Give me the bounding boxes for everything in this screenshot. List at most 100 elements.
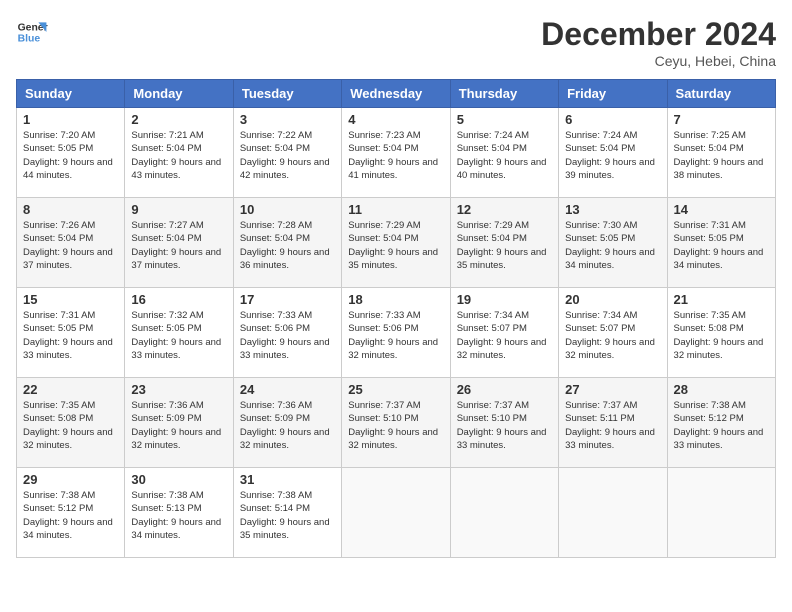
day-cell-22: 22 Sunrise: 7:35 AM Sunset: 5:08 PM Dayl… <box>17 378 125 468</box>
day-number: 26 <box>457 382 552 397</box>
day-cell-25: 25 Sunrise: 7:37 AM Sunset: 5:10 PM Dayl… <box>342 378 450 468</box>
logo-icon: General Blue <box>16 16 48 48</box>
day-cell-2: 2 Sunrise: 7:21 AM Sunset: 5:04 PM Dayli… <box>125 108 233 198</box>
day-number: 4 <box>348 112 443 127</box>
day-info: Sunrise: 7:24 AM Sunset: 5:04 PM Dayligh… <box>457 129 552 182</box>
day-cell-31: 31 Sunrise: 7:38 AM Sunset: 5:14 PM Dayl… <box>233 468 341 558</box>
day-cell-1: 1 Sunrise: 7:20 AM Sunset: 5:05 PM Dayli… <box>17 108 125 198</box>
day-number: 18 <box>348 292 443 307</box>
empty-cell <box>559 468 667 558</box>
day-cell-15: 15 Sunrise: 7:31 AM Sunset: 5:05 PM Dayl… <box>17 288 125 378</box>
page-subtitle: Ceyu, Hebei, China <box>541 53 776 69</box>
day-info: Sunrise: 7:30 AM Sunset: 5:05 PM Dayligh… <box>565 219 660 272</box>
day-cell-13: 13 Sunrise: 7:30 AM Sunset: 5:05 PM Dayl… <box>559 198 667 288</box>
day-cell-28: 28 Sunrise: 7:38 AM Sunset: 5:12 PM Dayl… <box>667 378 775 468</box>
day-info: Sunrise: 7:38 AM Sunset: 5:13 PM Dayligh… <box>131 489 226 542</box>
week-row-1: 1 Sunrise: 7:20 AM Sunset: 5:05 PM Dayli… <box>17 108 776 198</box>
day-info: Sunrise: 7:34 AM Sunset: 5:07 PM Dayligh… <box>565 309 660 362</box>
day-info: Sunrise: 7:23 AM Sunset: 5:04 PM Dayligh… <box>348 129 443 182</box>
day-info: Sunrise: 7:38 AM Sunset: 5:12 PM Dayligh… <box>674 399 769 452</box>
day-cell-4: 4 Sunrise: 7:23 AM Sunset: 5:04 PM Dayli… <box>342 108 450 198</box>
day-info: Sunrise: 7:38 AM Sunset: 5:14 PM Dayligh… <box>240 489 335 542</box>
day-cell-6: 6 Sunrise: 7:24 AM Sunset: 5:04 PM Dayli… <box>559 108 667 198</box>
day-cell-26: 26 Sunrise: 7:37 AM Sunset: 5:10 PM Dayl… <box>450 378 558 468</box>
day-number: 15 <box>23 292 118 307</box>
day-cell-8: 8 Sunrise: 7:26 AM Sunset: 5:04 PM Dayli… <box>17 198 125 288</box>
day-info: Sunrise: 7:28 AM Sunset: 5:04 PM Dayligh… <box>240 219 335 272</box>
day-info: Sunrise: 7:34 AM Sunset: 5:07 PM Dayligh… <box>457 309 552 362</box>
day-cell-7: 7 Sunrise: 7:25 AM Sunset: 5:04 PM Dayli… <box>667 108 775 198</box>
day-info: Sunrise: 7:36 AM Sunset: 5:09 PM Dayligh… <box>240 399 335 452</box>
day-info: Sunrise: 7:37 AM Sunset: 5:10 PM Dayligh… <box>457 399 552 452</box>
day-number: 3 <box>240 112 335 127</box>
day-cell-10: 10 Sunrise: 7:28 AM Sunset: 5:04 PM Dayl… <box>233 198 341 288</box>
header-friday: Friday <box>559 80 667 108</box>
day-number: 24 <box>240 382 335 397</box>
day-info: Sunrise: 7:25 AM Sunset: 5:04 PM Dayligh… <box>674 129 769 182</box>
header-saturday: Saturday <box>667 80 775 108</box>
day-number: 6 <box>565 112 660 127</box>
day-number: 16 <box>131 292 226 307</box>
day-info: Sunrise: 7:29 AM Sunset: 5:04 PM Dayligh… <box>348 219 443 272</box>
header-wednesday: Wednesday <box>342 80 450 108</box>
day-number: 14 <box>674 202 769 217</box>
header-monday: Monday <box>125 80 233 108</box>
day-number: 30 <box>131 472 226 487</box>
day-number: 1 <box>23 112 118 127</box>
day-number: 11 <box>348 202 443 217</box>
day-info: Sunrise: 7:33 AM Sunset: 5:06 PM Dayligh… <box>240 309 335 362</box>
day-number: 20 <box>565 292 660 307</box>
day-info: Sunrise: 7:35 AM Sunset: 5:08 PM Dayligh… <box>674 309 769 362</box>
header-sunday: Sunday <box>17 80 125 108</box>
day-info: Sunrise: 7:26 AM Sunset: 5:04 PM Dayligh… <box>23 219 118 272</box>
day-number: 9 <box>131 202 226 217</box>
day-number: 22 <box>23 382 118 397</box>
day-number: 12 <box>457 202 552 217</box>
header: General Blue December 2024 Ceyu, Hebei, … <box>16 16 776 69</box>
day-number: 17 <box>240 292 335 307</box>
week-row-5: 29 Sunrise: 7:38 AM Sunset: 5:12 PM Dayl… <box>17 468 776 558</box>
svg-text:Blue: Blue <box>18 34 41 45</box>
day-number: 2 <box>131 112 226 127</box>
day-info: Sunrise: 7:37 AM Sunset: 5:11 PM Dayligh… <box>565 399 660 452</box>
day-number: 7 <box>674 112 769 127</box>
calendar-table: Sunday Monday Tuesday Wednesday Thursday… <box>16 79 776 558</box>
day-cell-17: 17 Sunrise: 7:33 AM Sunset: 5:06 PM Dayl… <box>233 288 341 378</box>
day-info: Sunrise: 7:21 AM Sunset: 5:04 PM Dayligh… <box>131 129 226 182</box>
day-cell-14: 14 Sunrise: 7:31 AM Sunset: 5:05 PM Dayl… <box>667 198 775 288</box>
day-number: 5 <box>457 112 552 127</box>
title-area: December 2024 Ceyu, Hebei, China <box>541 16 776 69</box>
day-number: 29 <box>23 472 118 487</box>
day-cell-11: 11 Sunrise: 7:29 AM Sunset: 5:04 PM Dayl… <box>342 198 450 288</box>
header-thursday: Thursday <box>450 80 558 108</box>
day-info: Sunrise: 7:29 AM Sunset: 5:04 PM Dayligh… <box>457 219 552 272</box>
day-cell-19: 19 Sunrise: 7:34 AM Sunset: 5:07 PM Dayl… <box>450 288 558 378</box>
empty-cell <box>342 468 450 558</box>
header-tuesday: Tuesday <box>233 80 341 108</box>
day-cell-24: 24 Sunrise: 7:36 AM Sunset: 5:09 PM Dayl… <box>233 378 341 468</box>
day-info: Sunrise: 7:20 AM Sunset: 5:05 PM Dayligh… <box>23 129 118 182</box>
day-number: 28 <box>674 382 769 397</box>
day-info: Sunrise: 7:31 AM Sunset: 5:05 PM Dayligh… <box>674 219 769 272</box>
empty-cell <box>667 468 775 558</box>
day-number: 31 <box>240 472 335 487</box>
page-title: December 2024 <box>541 16 776 53</box>
day-info: Sunrise: 7:36 AM Sunset: 5:09 PM Dayligh… <box>131 399 226 452</box>
week-row-2: 8 Sunrise: 7:26 AM Sunset: 5:04 PM Dayli… <box>17 198 776 288</box>
day-cell-12: 12 Sunrise: 7:29 AM Sunset: 5:04 PM Dayl… <box>450 198 558 288</box>
day-cell-29: 29 Sunrise: 7:38 AM Sunset: 5:12 PM Dayl… <box>17 468 125 558</box>
day-cell-5: 5 Sunrise: 7:24 AM Sunset: 5:04 PM Dayli… <box>450 108 558 198</box>
day-info: Sunrise: 7:31 AM Sunset: 5:05 PM Dayligh… <box>23 309 118 362</box>
day-cell-9: 9 Sunrise: 7:27 AM Sunset: 5:04 PM Dayli… <box>125 198 233 288</box>
day-number: 23 <box>131 382 226 397</box>
day-cell-18: 18 Sunrise: 7:33 AM Sunset: 5:06 PM Dayl… <box>342 288 450 378</box>
day-number: 10 <box>240 202 335 217</box>
day-number: 8 <box>23 202 118 217</box>
day-info: Sunrise: 7:35 AM Sunset: 5:08 PM Dayligh… <box>23 399 118 452</box>
day-number: 13 <box>565 202 660 217</box>
week-row-4: 22 Sunrise: 7:35 AM Sunset: 5:08 PM Dayl… <box>17 378 776 468</box>
day-cell-21: 21 Sunrise: 7:35 AM Sunset: 5:08 PM Dayl… <box>667 288 775 378</box>
day-cell-16: 16 Sunrise: 7:32 AM Sunset: 5:05 PM Dayl… <box>125 288 233 378</box>
day-number: 25 <box>348 382 443 397</box>
day-info: Sunrise: 7:33 AM Sunset: 5:06 PM Dayligh… <box>348 309 443 362</box>
